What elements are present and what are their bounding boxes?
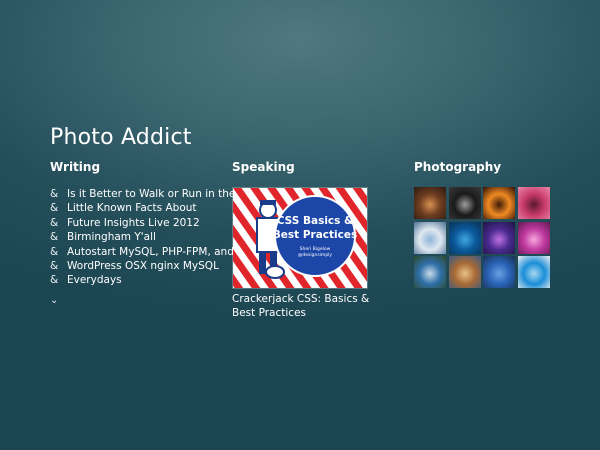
thumb-handle: @designsimply: [298, 252, 333, 258]
speaking-heading: Speaking: [232, 160, 295, 174]
writing-list: & Is it Better to Walk or Run in the & Lit…: [50, 187, 235, 288]
bullet-glyph: &: [50, 260, 59, 273]
photography-heading: Photography: [414, 160, 502, 174]
photo-pink-flowers[interactable]: [517, 187, 550, 219]
photography-section: Photography: [414, 160, 564, 288]
photo-hill-sky[interactable]: [414, 256, 446, 288]
bullet-glyph: &: [50, 245, 59, 258]
photo-magenta-blossoms[interactable]: [517, 221, 550, 254]
post-link[interactable]: Autostart MySQL, PHP-FPM, and: [67, 245, 234, 259]
talk-thumbnail[interactable]: CSS Basics & Best Practices Sheri Bigelo…: [232, 187, 368, 289]
writing-section: Writing & Is it Better to Walk or Run in …: [50, 160, 235, 307]
post-link[interactable]: WordPress OSX nginx MySQL: [67, 259, 219, 273]
post-link[interactable]: Is it Better to Walk or Run in the: [67, 187, 235, 201]
list-item: & Future Insights Live 2012: [50, 216, 220, 230]
list-item: & WordPress OSX nginx MySQL: [50, 259, 220, 273]
photo-tree-sky[interactable]: [483, 256, 515, 288]
chevron-down-icon[interactable]: ⌄: [50, 295, 58, 306]
photo-colosseum[interactable]: [448, 256, 481, 288]
photo-purple-tunnel[interactable]: [483, 221, 515, 254]
thumb-author: Sheri Bigelow: [300, 246, 331, 252]
photo-grid: [414, 187, 564, 288]
talk-title-link[interactable]: Crackerjack CSS: Basics & Best Practices: [232, 292, 382, 321]
thumb-title-line2: Best Practices: [273, 229, 357, 241]
bullet-glyph: &: [50, 202, 59, 215]
photo-blue-abstract[interactable]: [448, 221, 481, 254]
bullet-glyph: &: [50, 231, 59, 244]
list-item: & Birmingham Y'all: [50, 230, 220, 244]
list-item: & Everydays: [50, 273, 220, 287]
list-item: & Autostart MySQL, PHP-FPM, and: [50, 245, 234, 259]
thumb-title-line1: CSS Basics &: [277, 215, 353, 227]
list-item: & Is it Better to Walk or Run in the: [50, 187, 235, 201]
photo-temple[interactable]: [414, 187, 446, 219]
post-link[interactable]: Birmingham Y'all: [67, 230, 156, 244]
photo-camera[interactable]: [448, 187, 481, 219]
bullet-glyph: &: [50, 188, 59, 200]
site-title[interactable]: Photo Addict: [50, 125, 192, 150]
bullet-glyph: &: [50, 274, 59, 287]
post-link[interactable]: Little Known Facts About: [67, 201, 197, 215]
speaking-section: Speaking CSS Basics & Best Practices She…: [232, 160, 402, 321]
list-item: & Little Known Facts About: [50, 201, 220, 215]
bullet-glyph: &: [50, 216, 59, 229]
writing-heading: Writing: [50, 160, 101, 174]
post-link[interactable]: Everydays: [67, 273, 122, 287]
photo-snow-town[interactable]: [414, 221, 446, 254]
photo-silhouettes[interactable]: [483, 187, 515, 219]
post-link[interactable]: Future Insights Live 2012: [67, 216, 200, 230]
photo-pool[interactable]: [517, 256, 550, 288]
